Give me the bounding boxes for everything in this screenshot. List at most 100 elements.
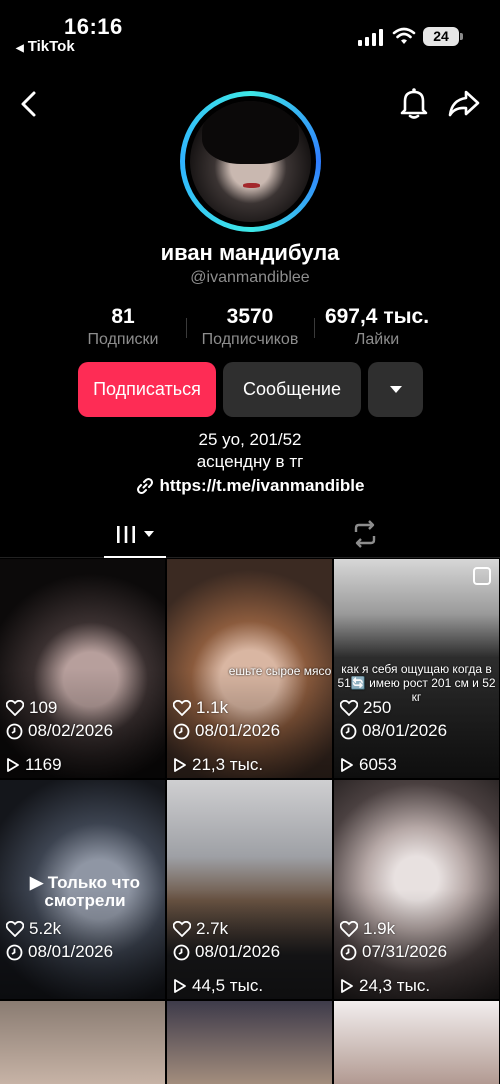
share-button[interactable] xyxy=(446,86,482,120)
bio-link[interactable]: https://t.me/ivanmandible xyxy=(0,476,500,496)
divider xyxy=(186,318,187,338)
display-name: иван мандибула xyxy=(160,240,340,265)
video-tile[interactable]: ешьте сырое мясо 1.1k 08/01/2026 21,3 ты… xyxy=(167,559,332,778)
play-filled-icon: ▶ xyxy=(29,873,44,892)
video-tile[interactable]: 109 08/02/2026 1169 xyxy=(0,559,165,778)
date-row: 08/01/2026 xyxy=(340,721,447,741)
likes-row: 5.2k xyxy=(6,919,61,939)
views-row: 44,5 тыс. xyxy=(173,976,263,996)
video-tile[interactable] xyxy=(167,1001,332,1084)
username: @ivanmandiblee xyxy=(190,269,310,286)
like-count: 5.2k xyxy=(29,919,62,938)
view-count: 1169 xyxy=(25,755,62,774)
cellular-signal-icon xyxy=(358,28,384,46)
battery-indicator: 24 xyxy=(423,27,463,46)
bio-line-2: асцендну в тг xyxy=(196,452,304,471)
recently-watched-badge: ▶ Только что смотрели xyxy=(20,874,150,910)
likes-label: Лайки xyxy=(354,331,400,348)
bell-icon xyxy=(400,88,428,119)
followers-count: 3570 xyxy=(226,305,274,328)
video-tile[interactable]: 2.7k 08/01/2026 44,5 тыс. xyxy=(167,780,332,999)
video-tile[interactable]: 1.9k 07/31/2026 24,3 тыс. xyxy=(334,780,499,999)
views-row: 6053 xyxy=(340,755,397,775)
post-date: 08/01/2026 xyxy=(195,721,281,740)
date-row: 08/01/2026 xyxy=(6,942,113,962)
like-count: 250 xyxy=(363,698,392,717)
grid-bars-icon xyxy=(117,526,135,543)
view-count: 6053 xyxy=(359,755,397,774)
follow-button[interactable]: Подписаться xyxy=(78,362,216,417)
bio-link-text: https://t.me/ivanmandible xyxy=(159,476,365,495)
post-date: 07/31/2026 xyxy=(362,942,448,961)
like-count: 1.1k xyxy=(196,698,229,717)
date-row: 07/31/2026 xyxy=(340,942,447,962)
tab-reposts[interactable] xyxy=(350,520,380,548)
back-button[interactable] xyxy=(14,88,46,120)
clock-icon xyxy=(173,944,190,961)
back-app-label: TikTok xyxy=(27,38,75,55)
more-options-button[interactable] xyxy=(368,362,423,417)
heart-icon xyxy=(340,700,358,716)
following-stat[interactable]: 81 Подписки xyxy=(73,305,173,349)
wifi-icon xyxy=(392,26,416,51)
back-triangle-icon: ◀ xyxy=(16,43,24,54)
play-outline-icon xyxy=(173,757,187,773)
dropdown-caret-icon xyxy=(144,531,154,537)
clock-icon xyxy=(6,944,23,961)
video-tile[interactable] xyxy=(334,1001,499,1084)
view-count: 21,3 тыс. xyxy=(192,755,264,774)
like-count: 109 xyxy=(29,698,58,717)
heart-icon xyxy=(173,921,191,937)
play-outline-icon xyxy=(6,757,20,773)
clock-icon xyxy=(340,944,357,961)
message-button[interactable]: Сообщение xyxy=(223,362,361,417)
tab-videos[interactable] xyxy=(104,512,166,558)
views-row: 21,3 тыс. xyxy=(173,755,263,775)
video-tile[interactable]: как я себя ощущаю когда в 51🔄 имею рост … xyxy=(334,559,499,778)
clock-icon xyxy=(173,723,190,740)
play-outline-icon xyxy=(340,757,354,773)
video-tile[interactable]: ▶ Только что смотрели 5.2k 08/01/2026 xyxy=(0,780,165,999)
date-row: 08/01/2026 xyxy=(173,942,280,962)
view-count: 24,3 тыс. xyxy=(359,976,431,995)
heart-icon xyxy=(6,700,24,716)
profile-stats: 81 Подписки 3570 Подписчиков 697,4 тыс. … xyxy=(0,305,500,351)
heart-icon xyxy=(340,921,358,937)
back-to-app-link[interactable]: ◀ TikTok xyxy=(16,38,75,55)
post-date: 08/02/2026 xyxy=(28,721,114,740)
date-row: 08/01/2026 xyxy=(173,721,280,741)
video-caption: ешьте сырое мясо xyxy=(228,664,332,678)
chevron-left-icon xyxy=(21,91,36,117)
profile-tabs xyxy=(0,512,500,558)
like-count: 2.7k xyxy=(196,919,229,938)
likes-row: 2.7k xyxy=(173,919,228,939)
views-row: 24,3 тыс. xyxy=(340,976,430,996)
badge-label: Только что смотрели xyxy=(44,873,141,910)
notification-bell-button[interactable] xyxy=(398,86,430,120)
clock-icon xyxy=(340,723,357,740)
divider xyxy=(314,318,315,338)
multi-photo-icon xyxy=(473,567,491,585)
post-date: 08/01/2026 xyxy=(28,942,114,961)
caret-down-icon xyxy=(389,386,402,393)
status-bar: 16:16 ◀ TikTok 24 xyxy=(0,0,500,60)
post-date: 08/01/2026 xyxy=(362,721,448,740)
repost-icon xyxy=(354,520,376,548)
likes-row: 1.9k xyxy=(340,919,395,939)
views-row: 1169 xyxy=(6,755,62,775)
clock-icon xyxy=(6,723,23,740)
date-row: 08/02/2026 xyxy=(6,721,113,741)
likes-count: 697,4 тыс. xyxy=(324,305,430,328)
video-tile[interactable] xyxy=(0,1001,165,1084)
play-outline-icon xyxy=(340,978,354,994)
view-count: 44,5 тыс. xyxy=(192,976,264,995)
like-count: 1.9k xyxy=(363,919,396,938)
likes-row: 250 xyxy=(340,698,391,718)
avatar-story-ring[interactable] xyxy=(180,91,321,232)
bio-line-1: 25 yo, 201/52 xyxy=(198,430,302,449)
likes-row: 1.1k xyxy=(173,698,228,718)
followers-stat[interactable]: 3570 Подписчиков xyxy=(190,305,310,349)
link-icon xyxy=(136,478,153,494)
likes-stat[interactable]: 697,4 тыс. Лайки xyxy=(316,305,438,349)
followers-label: Подписчиков xyxy=(201,331,299,348)
